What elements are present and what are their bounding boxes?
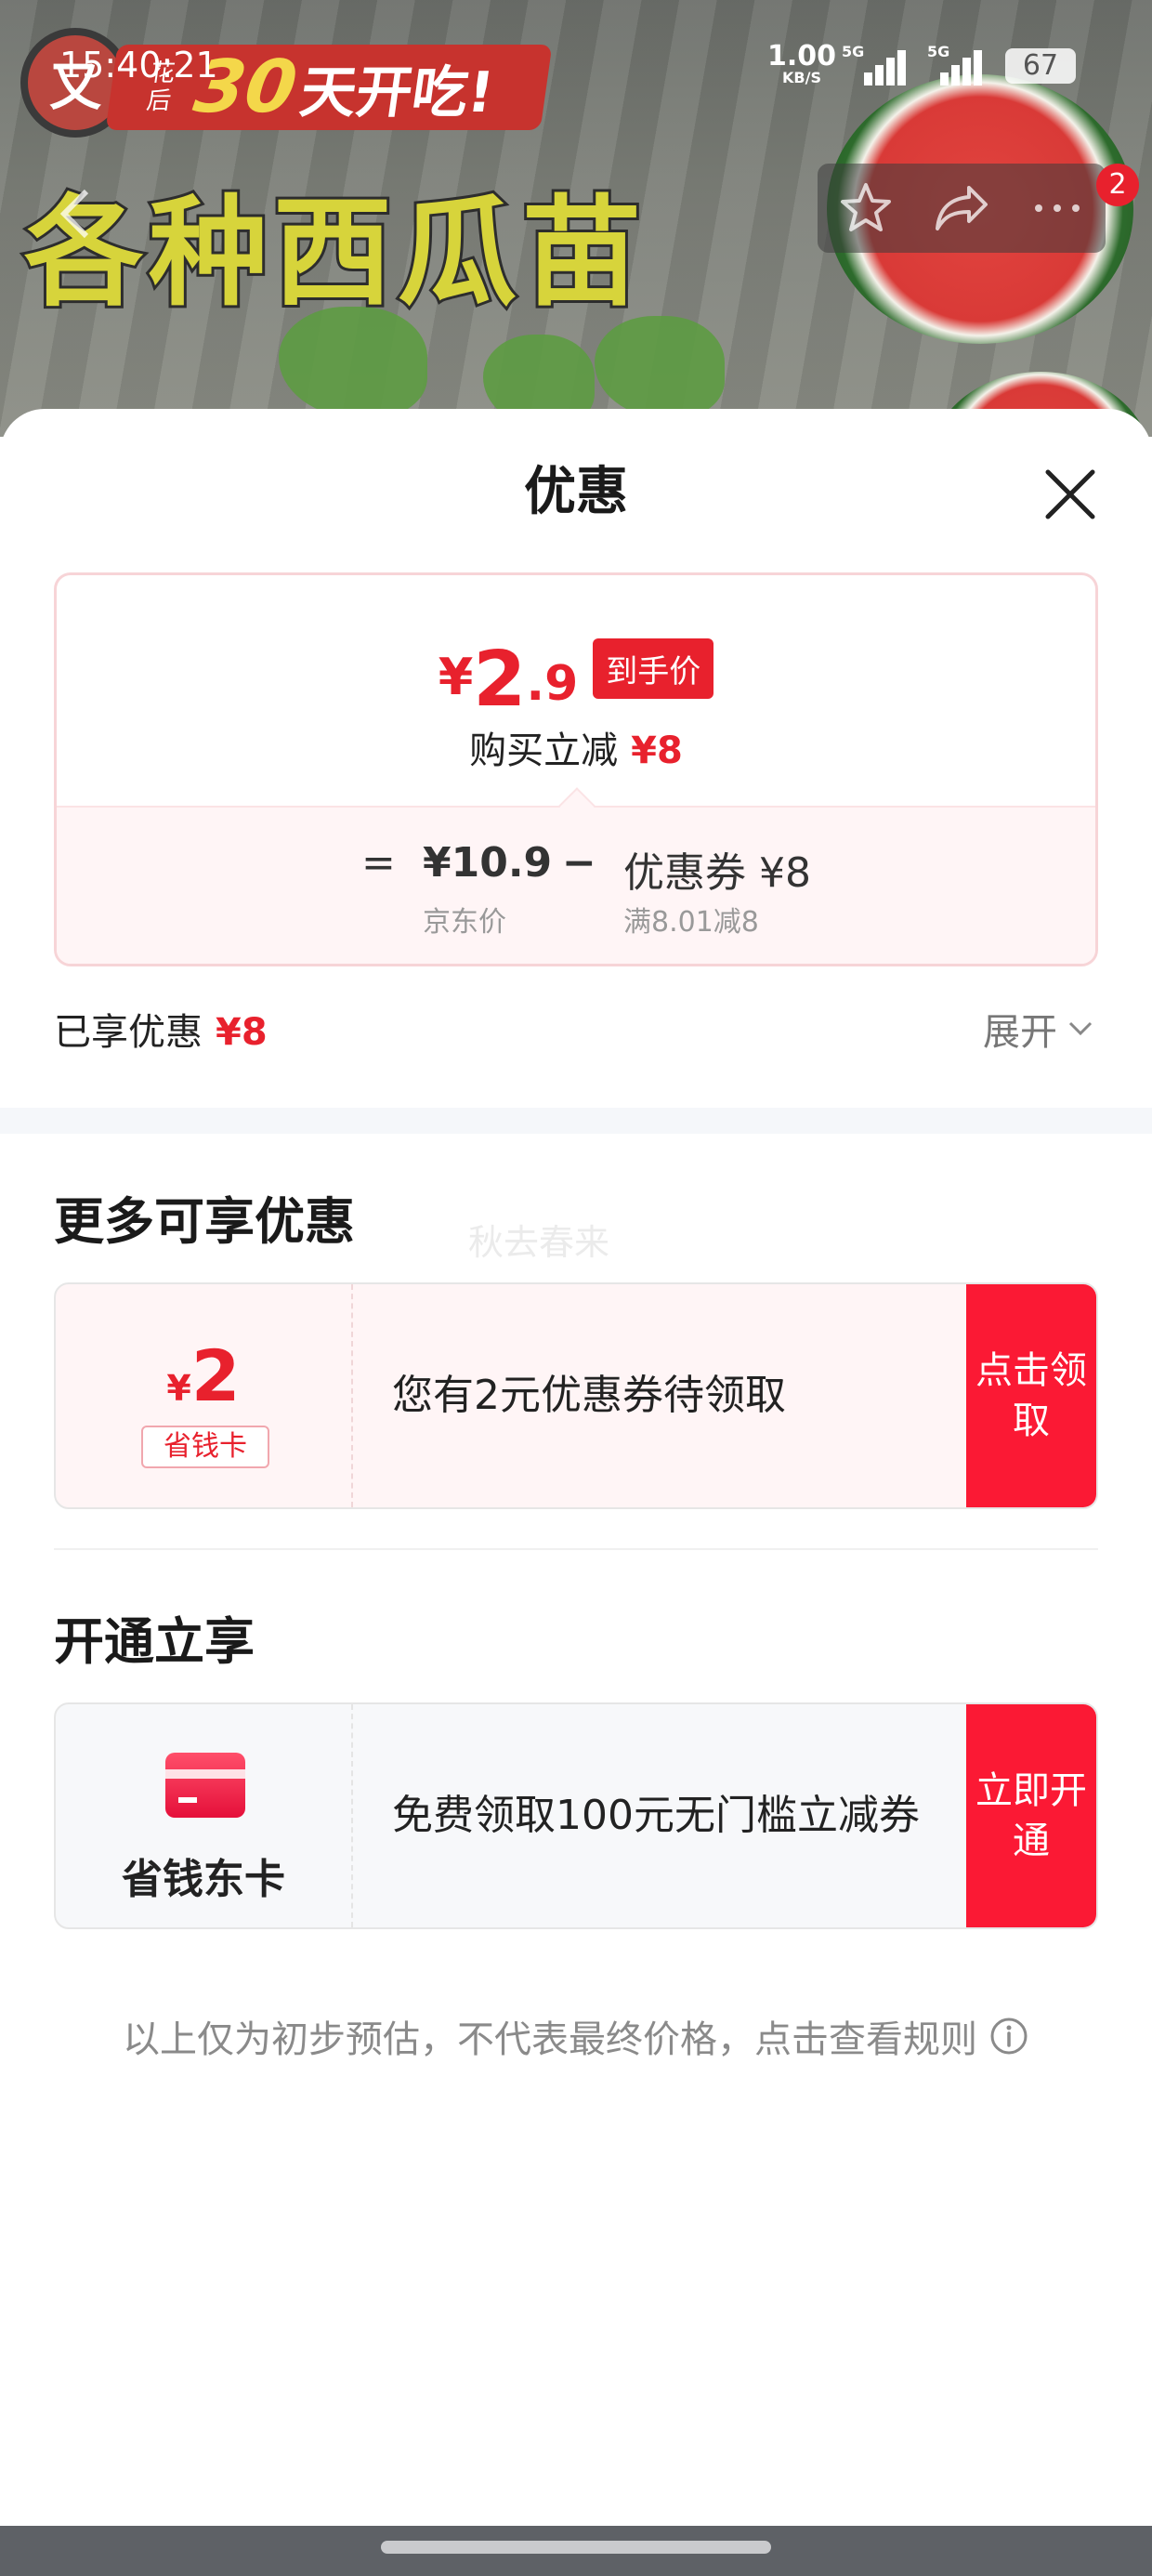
savings-card-label: 省钱卡: [141, 1426, 269, 1468]
disclaimer-text: 以上仅为初步预估，不代表最终价格，点击查看规则: [123, 2018, 977, 2061]
signal-icon: 5G: [842, 43, 907, 85]
card-icon: [165, 1753, 245, 1818]
back-button[interactable]: [33, 172, 117, 256]
cart-badge: 2: [1096, 164, 1139, 206]
coupon-value: ¥2: [56, 1334, 351, 1417]
price-integer: 2: [473, 636, 527, 724]
status-bar: 15:40:21 1.00 KB/S 5G 5G 67: [0, 37, 1152, 102]
coupon-amount: 2: [190, 1334, 241, 1417]
price-decimal: .9: [526, 656, 579, 712]
signal-bar: [886, 58, 895, 85]
star-icon: [840, 183, 891, 231]
network-speed-value: 1.00: [767, 40, 837, 72]
close-icon: [1045, 469, 1095, 519]
watermark-text: 秋去春来: [468, 1222, 610, 1263]
signal-bar: [940, 72, 949, 85]
enjoyed-discount: 已享优惠 ¥8: [54, 1002, 268, 1056]
network-speed: 1.00 KB/S: [767, 43, 836, 85]
minus-sign: −: [562, 839, 596, 887]
signal-bar: [951, 65, 960, 85]
jd-price-label: 京东价: [423, 906, 506, 939]
coupon-rule: 满8.01减8: [623, 906, 759, 939]
activate-button[interactable]: 立即开通: [966, 1704, 1096, 1927]
enjoyed-amount: ¥8: [216, 1011, 268, 1054]
jd-price: ¥10.9: [423, 839, 553, 887]
savings-card-name: 省钱东卡: [122, 1856, 285, 1903]
coupon-offer-card: ¥2 省钱卡 您有2元优惠券待领取 点击领取: [54, 1282, 1098, 1509]
chevron-left-icon: [59, 189, 89, 239]
savings-card-section: 省钱东卡: [56, 1704, 353, 1927]
final-price-tag: 到手价: [593, 638, 714, 699]
saving-amount: ¥8: [631, 729, 683, 772]
signal-bar: [897, 50, 906, 85]
signal-bar: [864, 72, 872, 85]
signal-icon: 5G: [927, 43, 992, 85]
more-icon: [1035, 204, 1080, 212]
banner-headline: 各种西瓜苗: [21, 181, 648, 325]
home-indicator[interactable]: [381, 2541, 771, 2554]
info-icon: [990, 2017, 1028, 2055]
equals-sign: =: [361, 839, 396, 887]
expand-button[interactable]: 展开: [983, 1002, 1094, 1056]
more-offers-title: 更多可享优惠: [54, 1192, 355, 1251]
savings-card-description: 免费领取100元无门槛立减券: [392, 1792, 920, 1839]
price-currency: ¥: [438, 648, 474, 706]
saving-label: 购买立减: [469, 729, 619, 772]
price-formula-section: = ¥10.9 京东价 − 优惠券 ¥8 满8.01减8: [57, 806, 1095, 964]
signal-bar: [875, 65, 884, 85]
favorite-button[interactable]: [829, 171, 903, 245]
battery-indicator: 67: [1005, 48, 1076, 84]
price-breakdown-card: ¥ 2 .9 到手价 购买立减 ¥8 = ¥10.9 京东价 − 优惠券 ¥8 满…: [54, 572, 1098, 966]
expand-label: 展开: [983, 1011, 1057, 1054]
savings-card-offer: 省钱东卡 免费领取100元无门槛立减券 立即开通: [54, 1702, 1098, 1929]
claim-coupon-button[interactable]: 点击领取: [966, 1284, 1096, 1507]
signal-bar: [962, 58, 971, 85]
final-price-section: ¥ 2 .9 到手价 购买立减 ¥8: [57, 575, 1095, 806]
share-icon: [935, 186, 988, 230]
status-time: 15:40:21: [59, 45, 218, 85]
coupon-description: 您有2元优惠券待领取: [392, 1372, 786, 1419]
activate-title: 开通立享: [54, 1612, 255, 1671]
network-speed-unit: KB/S: [782, 69, 821, 86]
sheet-title: 优惠: [524, 462, 628, 522]
chevron-down-icon: [1068, 1021, 1093, 1036]
signal-network-type: 5G: [927, 43, 950, 60]
saving-summary: 购买立减 ¥8: [57, 720, 1095, 774]
divider: [54, 1548, 1098, 1550]
close-button[interactable]: [1033, 457, 1107, 532]
coupon-currency: ¥: [166, 1368, 191, 1409]
share-button[interactable]: [924, 171, 999, 245]
coupon-discount: 优惠券 ¥8: [623, 849, 811, 897]
final-price: ¥ 2 .9 到手价: [57, 633, 1095, 724]
coupon-value-section: ¥2 省钱卡: [56, 1284, 353, 1507]
section-divider: [0, 1108, 1152, 1134]
offers-sheet: 优惠 ¥ 2 .9 到手价 购买立减 ¥8 = ¥10.9 京东价 − 优惠券 ¥…: [0, 409, 1152, 2576]
signal-bar: [974, 50, 982, 85]
enjoyed-label: 已享优惠: [54, 1011, 203, 1054]
more-button[interactable]: [1020, 171, 1094, 245]
nav-actions: [818, 164, 1106, 253]
price-disclaimer[interactable]: 以上仅为初步预估，不代表最终价格，点击查看规则: [0, 2009, 1152, 2063]
signal-network-type: 5G: [842, 43, 865, 60]
